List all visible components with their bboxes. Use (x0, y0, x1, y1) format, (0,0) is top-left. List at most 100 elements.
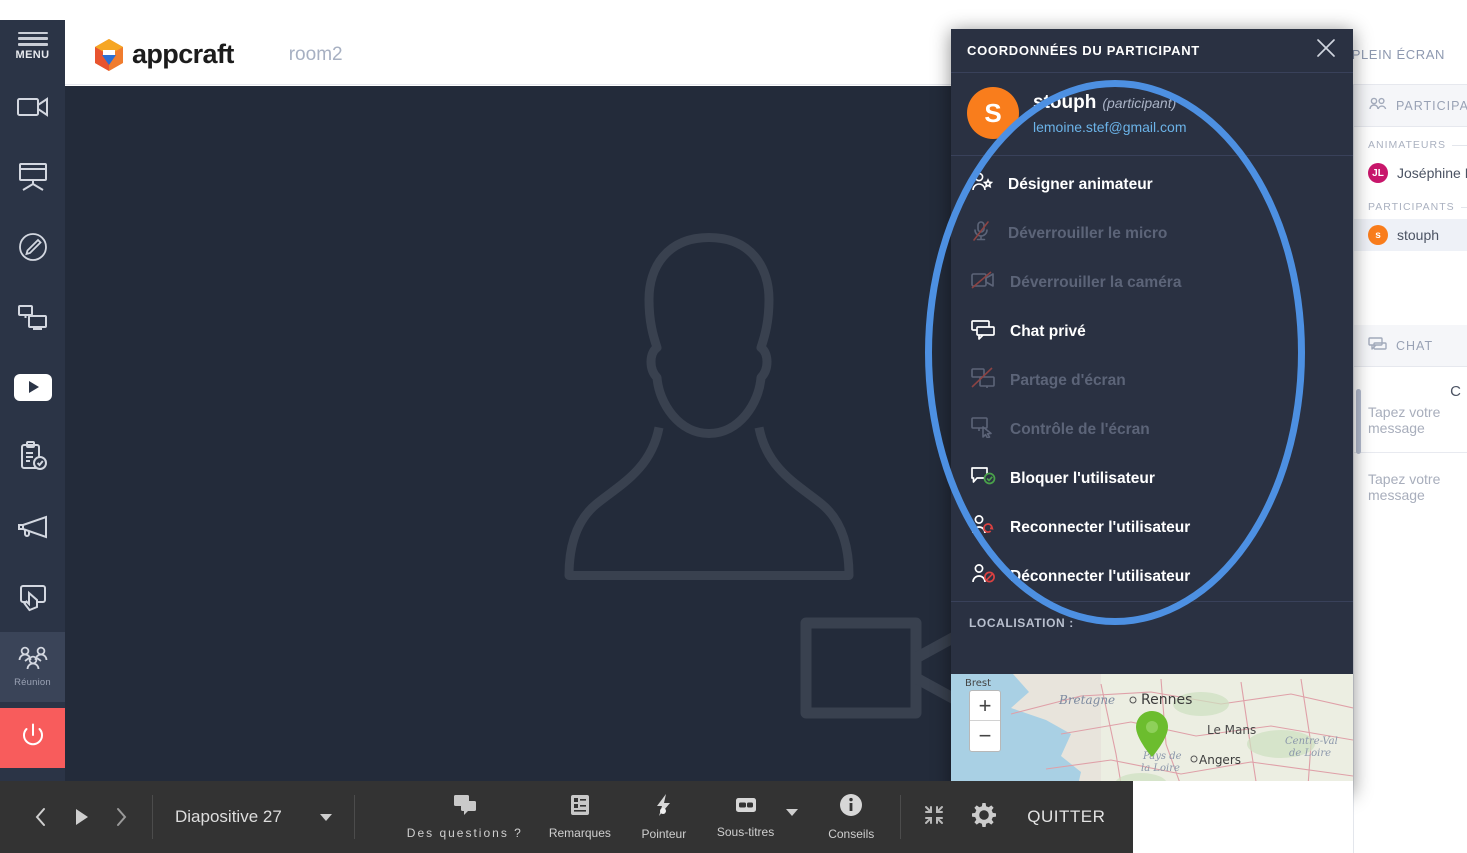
hamburger-icon (18, 32, 48, 46)
menu-item-screen-share: Partage d'écran (951, 356, 1353, 405)
pointer-icon (653, 793, 675, 822)
participants-rule (1461, 207, 1467, 208)
sidebar-menu-label: MENU (16, 49, 50, 61)
svg-text:Angers: Angers (1199, 753, 1241, 767)
tool-pointer[interactable]: Pointeur (637, 793, 691, 841)
sidebar-item-quiz[interactable] (0, 422, 65, 492)
menu-item-designer-animateur[interactable]: Désigner animateur (951, 160, 1353, 209)
quit-button[interactable]: QUITTER (1027, 807, 1105, 827)
user-star-icon (970, 171, 994, 198)
app-root: MENU (0, 0, 1467, 853)
power-icon (19, 722, 47, 755)
people-icon (1368, 97, 1387, 114)
questions-icon (453, 794, 477, 821)
svg-text:Centre-Val: Centre-Val (1285, 736, 1338, 747)
sidebar-item-broadcast[interactable] (0, 492, 65, 562)
popup-user-identity: stouph (participant) (1033, 92, 1187, 114)
play-icon[interactable] (72, 806, 90, 828)
tool-label: Remarques (549, 826, 611, 840)
subtitles-dropdown-icon[interactable] (786, 809, 798, 816)
slide-selector[interactable]: Diapositive 27 (175, 807, 332, 827)
sidebar-item-screens[interactable] (0, 282, 65, 352)
sidebar-item-reunion[interactable]: Réunion (0, 632, 65, 702)
list-item[interactable]: s stouph (1354, 219, 1467, 251)
slide-label: Diapositive 27 (175, 807, 282, 827)
info-icon (839, 793, 863, 822)
youtube-icon (14, 374, 52, 401)
menu-item-disconnect-user[interactable]: Déconnecter l'utilisateur (951, 552, 1353, 601)
subtitles-icon (734, 795, 758, 820)
tool-label: Conseils (828, 827, 874, 841)
fullscreen-label: PLEIN ÉCRAN (1352, 47, 1445, 62)
menu-item-label: Déverrouiller le micro (1008, 225, 1167, 243)
menu-item-label: Bloquer l'utilisateur (1010, 470, 1155, 488)
sidebar-menu-button[interactable]: MENU (0, 20, 65, 72)
menu-item-private-chat[interactable]: Chat privé (951, 307, 1353, 356)
menu-item-reconnect-user[interactable]: Reconnecter l'utilisateur (951, 503, 1353, 552)
mic-off-icon (970, 220, 994, 247)
user-reconnect-icon (970, 514, 996, 541)
location-label: LOCALISATION : (951, 601, 1353, 638)
sidebar-item-interaction[interactable] (0, 562, 65, 632)
gear-icon[interactable] (971, 802, 997, 833)
sidebar-item-annotate[interactable] (0, 212, 65, 282)
participants-header-label: PARTICIPANTS (1396, 99, 1467, 113)
top-strip (0, 0, 1467, 25)
svg-text:de Loire: de Loire (1289, 748, 1331, 759)
tool-subtitles[interactable]: Sous-titres (717, 795, 774, 839)
avatar: s (1368, 225, 1388, 245)
hand-click-icon (18, 582, 48, 612)
chat-scrollbar[interactable] (1356, 389, 1361, 454)
participant-silhouette-icon (564, 207, 854, 632)
animateurs-label: ANIMATEURS (1368, 139, 1446, 151)
slide-navigation (32, 806, 130, 828)
toolbar-divider-2 (354, 795, 355, 839)
participants-label: PARTICIPANTS (1368, 201, 1455, 213)
popup-user-name: stouph (1033, 92, 1096, 114)
toolbar-divider-1 (152, 795, 153, 839)
avatar: JL (1368, 163, 1388, 183)
appcraft-logo-icon (93, 38, 125, 72)
notes-icon (569, 794, 591, 821)
menu-item-label: Partage d'écran (1010, 372, 1126, 390)
popup-user-email[interactable]: lemoine.stef@gmail.com (1033, 119, 1187, 135)
user-disconnect-icon (970, 563, 996, 590)
popup-user-block: S stouph (participant) lemoine.stef@gmai… (951, 73, 1353, 156)
user-name: stouph (1397, 227, 1439, 243)
participants-section-header[interactable]: PARTICIPANTS (1354, 85, 1467, 127)
svg-text:Rennes: Rennes (1141, 692, 1192, 708)
chat-section-header[interactable]: CHAT (1354, 325, 1467, 367)
menu-item-screen-control: Contrôle de l'écran (951, 405, 1353, 454)
chat-empty-placeholder: Tapez votre message (1354, 404, 1467, 436)
svg-text:Bretagne: Bretagne (1058, 693, 1115, 707)
menu-item-label: Déverrouiller la caméra (1010, 274, 1181, 292)
screen-control-icon (970, 416, 996, 443)
menu-item-label: Chat privé (1010, 323, 1086, 341)
sidebar-item-youtube[interactable] (0, 352, 65, 422)
map-zoom-out-button[interactable]: − (970, 721, 1000, 751)
chevron-right-icon[interactable] (112, 806, 130, 828)
sidebar-item-camera[interactable] (0, 72, 65, 142)
sidebar-item-presentation[interactable] (0, 142, 65, 212)
toolbar-tools: Des questions ? Remarques Pointeur Sous-… (407, 793, 878, 841)
map-zoom-in-button[interactable]: + (970, 691, 1000, 721)
chat-icon (1368, 337, 1387, 355)
chat-input[interactable]: Tapez votre message (1354, 453, 1467, 503)
avatar: S (967, 87, 1019, 139)
menu-item-block-user[interactable]: Bloquer l'utilisateur (951, 454, 1353, 503)
tool-questions[interactable]: Des questions ? (407, 794, 523, 840)
camera-icon (16, 94, 50, 120)
megaphone-icon (16, 514, 50, 540)
tool-tips[interactable]: Conseils (824, 793, 878, 841)
tool-label: Sous-titres (717, 825, 774, 839)
menu-item-label: Désigner animateur (1008, 176, 1153, 194)
svg-text:la Loire: la Loire (1141, 763, 1180, 774)
sidebar-power-button[interactable] (0, 708, 65, 768)
chat-body: C Tapez votre message Tapez votre messag… (1354, 367, 1467, 599)
close-icon[interactable] (1315, 37, 1337, 64)
chevron-left-icon[interactable] (32, 806, 50, 828)
collapse-icon[interactable] (923, 804, 945, 831)
camera-off-icon (970, 269, 996, 296)
list-item[interactable]: JL Joséphine L (1354, 157, 1467, 189)
tool-notes[interactable]: Remarques (549, 794, 611, 840)
